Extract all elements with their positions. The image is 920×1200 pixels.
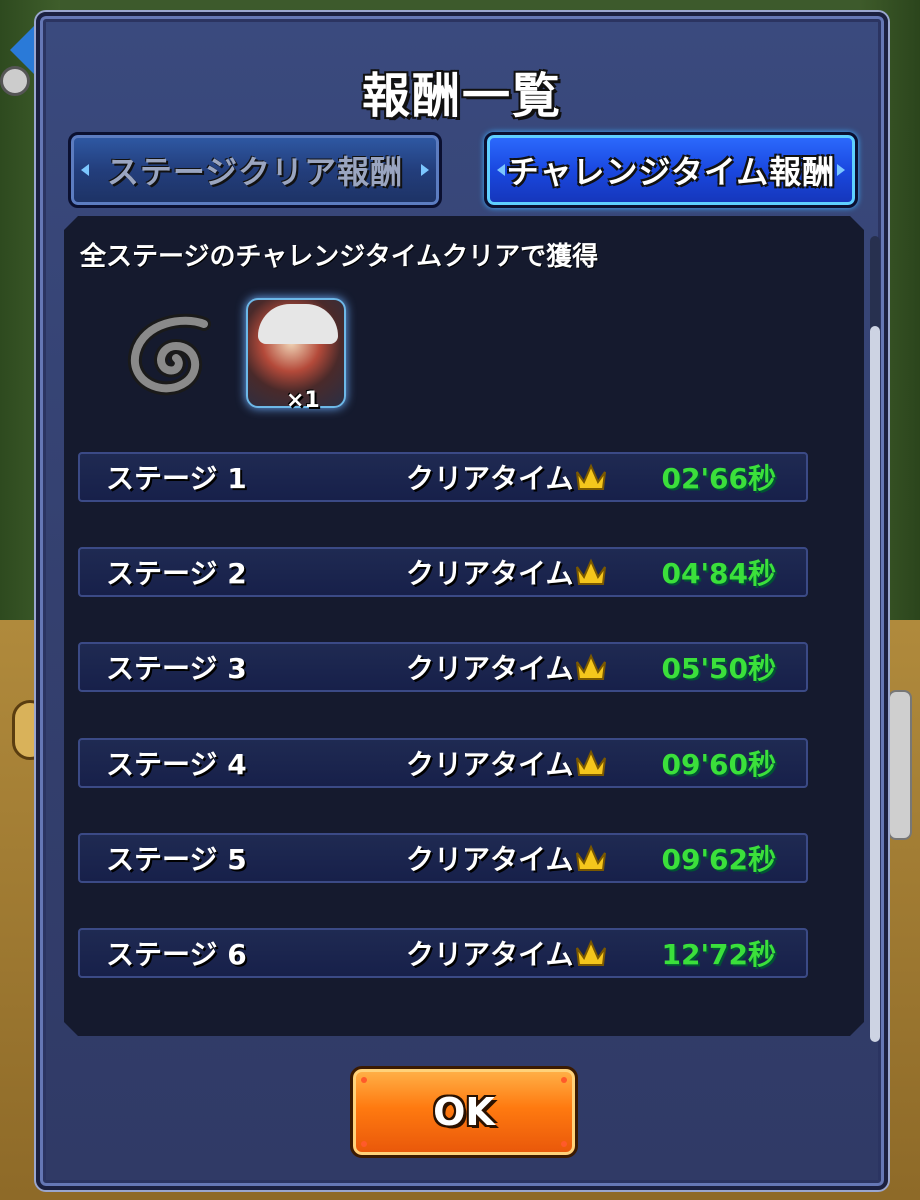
reward-list-dialog: 報酬一覧 ステージクリア報酬 チャレンジタイム報酬 全ステージのチャレンジタイム… xyxy=(36,12,888,1190)
stage-name: ステージ 6 xyxy=(106,938,247,971)
tab-label: チャレンジタイム報酬 xyxy=(506,153,836,191)
stage-row: ステージ 5 クリアタイム 09'62秒 xyxy=(78,833,808,883)
stage-name: ステージ 3 xyxy=(106,652,247,685)
tab-arrow-right-icon xyxy=(837,164,845,176)
reward-panel: 全ステージのチャレンジタイムクリアで獲得 ×1 ステージ 1 クリアタイム 02… xyxy=(64,216,864,1036)
ok-button-rivet xyxy=(361,1141,367,1147)
tab-stage-clear-reward[interactable]: ステージクリア報酬 xyxy=(68,132,442,208)
menu-circle-icon xyxy=(0,66,30,96)
side-scroll-handle xyxy=(888,690,912,840)
leaf-village-icon xyxy=(124,312,214,402)
ok-button-rivet xyxy=(561,1077,567,1083)
tab-arrow-left-icon xyxy=(497,164,505,176)
crown-icon xyxy=(574,748,608,778)
stage-row: ステージ 6 クリアタイム 12'72秒 xyxy=(78,928,808,978)
clear-time-label: クリアタイム xyxy=(406,748,574,781)
stage-name: ステージ 5 xyxy=(106,843,247,876)
clear-time-label: クリアタイム xyxy=(406,557,574,590)
ok-button-rivet xyxy=(561,1141,567,1147)
crown-icon xyxy=(574,557,608,587)
crown-icon xyxy=(574,462,608,492)
character-hair xyxy=(258,304,338,344)
clear-time-value: 04'84秒 xyxy=(661,557,776,590)
stage-row: ステージ 2 クリアタイム 04'84秒 xyxy=(78,547,808,597)
clear-time-value: 02'66秒 xyxy=(661,462,776,495)
dialog-title: 報酬一覧 xyxy=(361,68,562,124)
stage-name: ステージ 1 xyxy=(106,462,247,495)
scrollbar-thumb[interactable] xyxy=(870,326,880,1042)
stage-row: ステージ 3 クリアタイム 05'50秒 xyxy=(78,642,808,692)
tab-challenge-time-reward[interactable]: チャレンジタイム報酬 xyxy=(484,132,858,208)
clear-time-label: クリアタイム xyxy=(406,652,574,685)
crown-icon xyxy=(574,652,608,682)
tab-arrow-left-icon xyxy=(81,164,89,176)
ok-button[interactable]: OK xyxy=(350,1066,578,1158)
panel-description: 全ステージのチャレンジタイムクリアで獲得 xyxy=(80,242,599,272)
clear-time-value: 09'62秒 xyxy=(661,843,776,876)
stage-name: ステージ 4 xyxy=(106,748,247,781)
crown-icon xyxy=(574,938,608,968)
stage-row: ステージ 1 クリアタイム 02'66秒 xyxy=(78,452,808,502)
stage-row: ステージ 4 クリアタイム 09'60秒 xyxy=(78,738,808,788)
clear-time-value: 09'60秒 xyxy=(661,748,776,781)
clear-time-value: 12'72秒 xyxy=(661,938,776,971)
stage-name: ステージ 2 xyxy=(106,557,247,590)
crown-icon xyxy=(574,843,608,873)
clear-time-label: クリアタイム xyxy=(406,462,574,495)
ok-button-label: OK xyxy=(433,1090,495,1134)
reward-quantity: ×1 xyxy=(286,388,320,413)
clear-time-value: 05'50秒 xyxy=(661,652,776,685)
clear-time-label: クリアタイム xyxy=(406,938,574,971)
clear-time-label: クリアタイム xyxy=(406,843,574,876)
tab-label: ステージクリア報酬 xyxy=(106,153,404,191)
tab-arrow-right-icon xyxy=(421,164,429,176)
ok-button-rivet xyxy=(361,1077,367,1083)
